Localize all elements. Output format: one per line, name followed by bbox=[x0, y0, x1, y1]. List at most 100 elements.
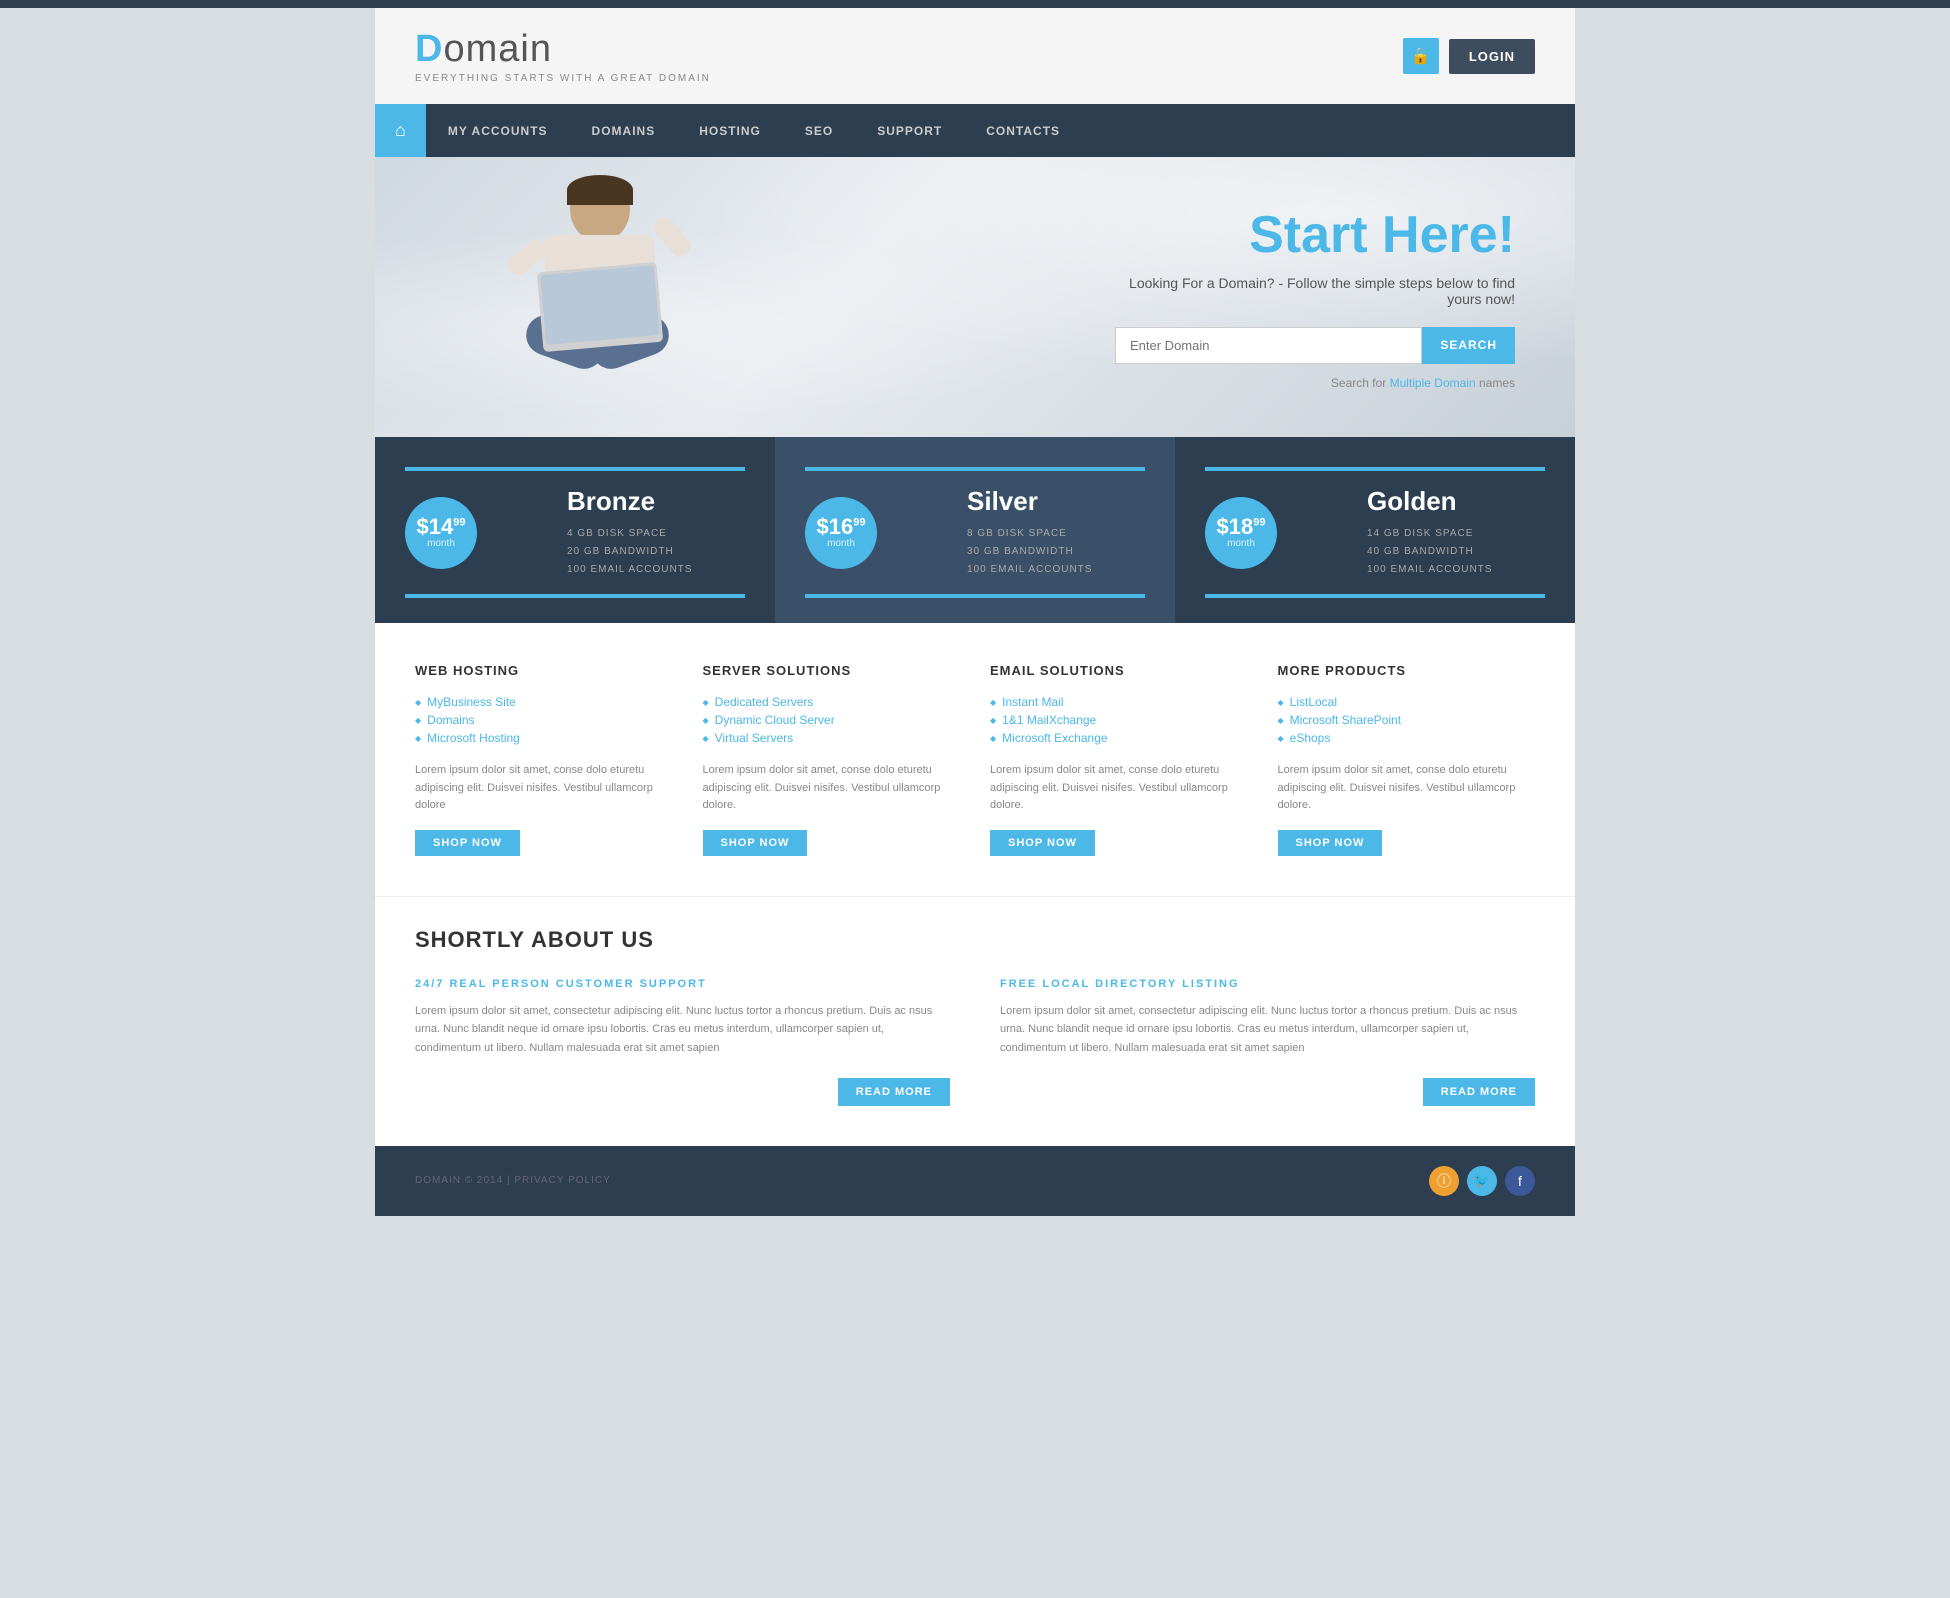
shop-now-more[interactable]: SHOP NOW bbox=[1278, 830, 1383, 856]
logo-d-letter: D bbox=[415, 28, 443, 70]
feature-item: eShops bbox=[1278, 729, 1536, 747]
read-more-button-1[interactable]: READ MORE bbox=[838, 1078, 950, 1106]
bronze-feature-2: 20 GB BANDWIDTH bbox=[567, 543, 692, 561]
rss-icon[interactable]: ⓘ bbox=[1429, 1166, 1459, 1196]
golden-info: Golden 14 GB DISK SPACE 40 GB BANDWIDTH … bbox=[1367, 486, 1492, 579]
hero-domain-suffix: names bbox=[1476, 376, 1515, 390]
nav-home-button[interactable]: ⌂ bbox=[375, 104, 426, 157]
feature-col-server: SERVER SOLUTIONS Dedicated Servers Dynam… bbox=[703, 663, 961, 856]
shop-now-email[interactable]: SHOP NOW bbox=[990, 830, 1095, 856]
golden-feature-1: 14 GB DISK SPACE bbox=[1367, 525, 1492, 543]
feature-heading-web-hosting: WEB HOSTING bbox=[415, 663, 673, 678]
hero-domain-prefix: Search for bbox=[1331, 376, 1390, 390]
pricing-card-bronze: $1499 month Bronze 4 GB DISK SPACE 20 GB… bbox=[375, 437, 775, 623]
footer-copyright: DOMAIN © 2014 | PRIVACY POLICY bbox=[415, 1175, 611, 1186]
bronze-price: $1499 bbox=[417, 516, 466, 538]
feature-item: Dynamic Cloud Server bbox=[703, 711, 961, 729]
pricing-divider-bronze-bottom bbox=[405, 594, 745, 598]
domain-search-input[interactable] bbox=[1115, 327, 1422, 364]
nav-item-myaccounts[interactable]: MY ACCOUNTS bbox=[426, 108, 570, 154]
nav-item-hosting[interactable]: HOSTING bbox=[677, 108, 783, 154]
feature-desc-server: Lorem ipsum dolor sit amet, conse dolo e… bbox=[703, 762, 961, 815]
header: Domain EVERYTHING STARTS WITH A GREAT DO… bbox=[375, 8, 1575, 104]
about-col-1: 24/7 REAL PERSON CUSTOMER SUPPORT Lorem … bbox=[415, 978, 950, 1106]
silver-feature-1: 8 GB DISK SPACE bbox=[967, 525, 1092, 543]
pricing-divider-silver-bottom bbox=[805, 594, 1145, 598]
feature-col-web-hosting: WEB HOSTING MyBusiness Site Domains Micr… bbox=[415, 663, 673, 856]
pricing-card-silver: $1699 month Silver 8 GB DISK SPACE 30 GB… bbox=[775, 437, 1175, 623]
twitter-icon[interactable]: 🐦 bbox=[1467, 1166, 1497, 1196]
about-subtitle-2: FREE LOCAL DIRECTORY LISTING bbox=[1000, 978, 1535, 990]
hero-content: Start Here! Looking For a Domain? - Foll… bbox=[1115, 205, 1515, 390]
navigation: ⌂ MY ACCOUNTS DOMAINS HOSTING SEO SUPPOR… bbox=[375, 104, 1575, 157]
feature-desc-more: Lorem ipsum dolor sit amet, conse dolo e… bbox=[1278, 762, 1536, 815]
silver-info: Silver 8 GB DISK SPACE 30 GB BANDWIDTH 1… bbox=[967, 486, 1092, 579]
feature-item: Microsoft Hosting bbox=[415, 729, 673, 747]
feature-list-more: ListLocal Microsoft SharePoint eShops bbox=[1278, 693, 1536, 747]
footer-social: ⓘ 🐦 f bbox=[1429, 1166, 1535, 1196]
silver-name: Silver bbox=[967, 486, 1092, 517]
nav-item-domains[interactable]: DOMAINS bbox=[570, 108, 678, 154]
golden-feature-2: 40 GB BANDWIDTH bbox=[1367, 543, 1492, 561]
feature-col-more: MORE PRODUCTS ListLocal Microsoft ShareP… bbox=[1278, 663, 1536, 856]
feature-item: ListLocal bbox=[1278, 693, 1536, 711]
feature-heading-email: EMAIL SOLUTIONS bbox=[990, 663, 1248, 678]
pricing-section: $1499 month Bronze 4 GB DISK SPACE 20 GB… bbox=[375, 437, 1575, 623]
hero-subtitle: Looking For a Domain? - Follow the simpl… bbox=[1115, 275, 1515, 307]
about-heading: SHORTLY ABOUT US bbox=[415, 927, 1535, 953]
domain-search-button[interactable]: SEARCH bbox=[1422, 327, 1515, 364]
nav-item-support[interactable]: SUPPORT bbox=[855, 108, 964, 154]
lock-icon: 🔒 bbox=[1403, 38, 1439, 74]
bronze-name: Bronze bbox=[567, 486, 692, 517]
shop-now-server[interactable]: SHOP NOW bbox=[703, 830, 808, 856]
header-right: 🔒 LOGIN bbox=[1403, 38, 1535, 74]
multiple-domain-link[interactable]: Multiple Domain bbox=[1390, 376, 1476, 390]
feature-list-web-hosting: MyBusiness Site Domains Microsoft Hostin… bbox=[415, 693, 673, 747]
read-more-button-2[interactable]: READ MORE bbox=[1423, 1078, 1535, 1106]
login-button[interactable]: LOGIN bbox=[1449, 39, 1535, 74]
feature-item: MyBusiness Site bbox=[415, 693, 673, 711]
hero-domain-link-text: Search for Multiple Domain names bbox=[1115, 376, 1515, 390]
silver-period: month bbox=[827, 538, 855, 549]
golden-feature-3: 100 EMAIL ACCOUNTS bbox=[1367, 561, 1492, 579]
pricing-divider-golden-bottom bbox=[1205, 594, 1545, 598]
pricing-badge-silver: $1699 month bbox=[805, 497, 877, 569]
feature-item: Domains bbox=[415, 711, 673, 729]
footer: DOMAIN © 2014 | PRIVACY POLICY ⓘ 🐦 f bbox=[375, 1146, 1575, 1216]
bronze-feature-3: 100 EMAIL ACCOUNTS bbox=[567, 561, 692, 579]
feature-desc-web-hosting: Lorem ipsum dolor sit amet, conse dolo e… bbox=[415, 762, 673, 815]
feature-heading-more: MORE PRODUCTS bbox=[1278, 663, 1536, 678]
logo-rest: omain bbox=[443, 28, 552, 70]
about-col-2: FREE LOCAL DIRECTORY LISTING Lorem ipsum… bbox=[1000, 978, 1535, 1106]
feature-item: 1&1 MailXchange bbox=[990, 711, 1248, 729]
nav-item-contacts[interactable]: CONTACTS bbox=[964, 108, 1082, 154]
hero-title: Start Here! bbox=[1115, 205, 1515, 265]
golden-period: month bbox=[1227, 538, 1255, 549]
logo-subtitle: EVERYTHING STARTS WITH A GREAT DOMAIN bbox=[415, 73, 711, 84]
about-text-2: Lorem ipsum dolor sit amet, consectetur … bbox=[1000, 1002, 1535, 1058]
feature-list-server: Dedicated Servers Dynamic Cloud Server V… bbox=[703, 693, 961, 747]
about-subtitle-1: 24/7 REAL PERSON CUSTOMER SUPPORT bbox=[415, 978, 950, 990]
about-grid: 24/7 REAL PERSON CUSTOMER SUPPORT Lorem … bbox=[415, 978, 1535, 1106]
about-text-1: Lorem ipsum dolor sit amet, consectetur … bbox=[415, 1002, 950, 1058]
hero-section: Start Here! Looking For a Domain? - Foll… bbox=[375, 157, 1575, 437]
facebook-icon[interactable]: f bbox=[1505, 1166, 1535, 1196]
nav-item-seo[interactable]: SEO bbox=[783, 108, 855, 154]
feature-item: Instant Mail bbox=[990, 693, 1248, 711]
golden-price: $1899 bbox=[1217, 516, 1266, 538]
feature-list-email: Instant Mail 1&1 MailXchange Microsoft E… bbox=[990, 693, 1248, 747]
logo: Domain EVERYTHING STARTS WITH A GREAT DO… bbox=[415, 28, 711, 84]
feature-item: Dedicated Servers bbox=[703, 693, 961, 711]
pricing-badge-golden: $1899 month bbox=[1205, 497, 1277, 569]
hero-person-figure bbox=[495, 167, 705, 437]
bronze-feature-1: 4 GB DISK SPACE bbox=[567, 525, 692, 543]
bronze-period: month bbox=[427, 538, 455, 549]
golden-name: Golden bbox=[1367, 486, 1492, 517]
features-section: WEB HOSTING MyBusiness Site Domains Micr… bbox=[375, 623, 1575, 896]
hero-search-form: SEARCH bbox=[1115, 327, 1515, 364]
logo-title: Domain bbox=[415, 28, 711, 71]
about-section: SHORTLY ABOUT US 24/7 REAL PERSON CUSTOM… bbox=[375, 896, 1575, 1146]
shop-now-web-hosting[interactable]: SHOP NOW bbox=[415, 830, 520, 856]
silver-feature-2: 30 GB BANDWIDTH bbox=[967, 543, 1092, 561]
feature-heading-server: SERVER SOLUTIONS bbox=[703, 663, 961, 678]
